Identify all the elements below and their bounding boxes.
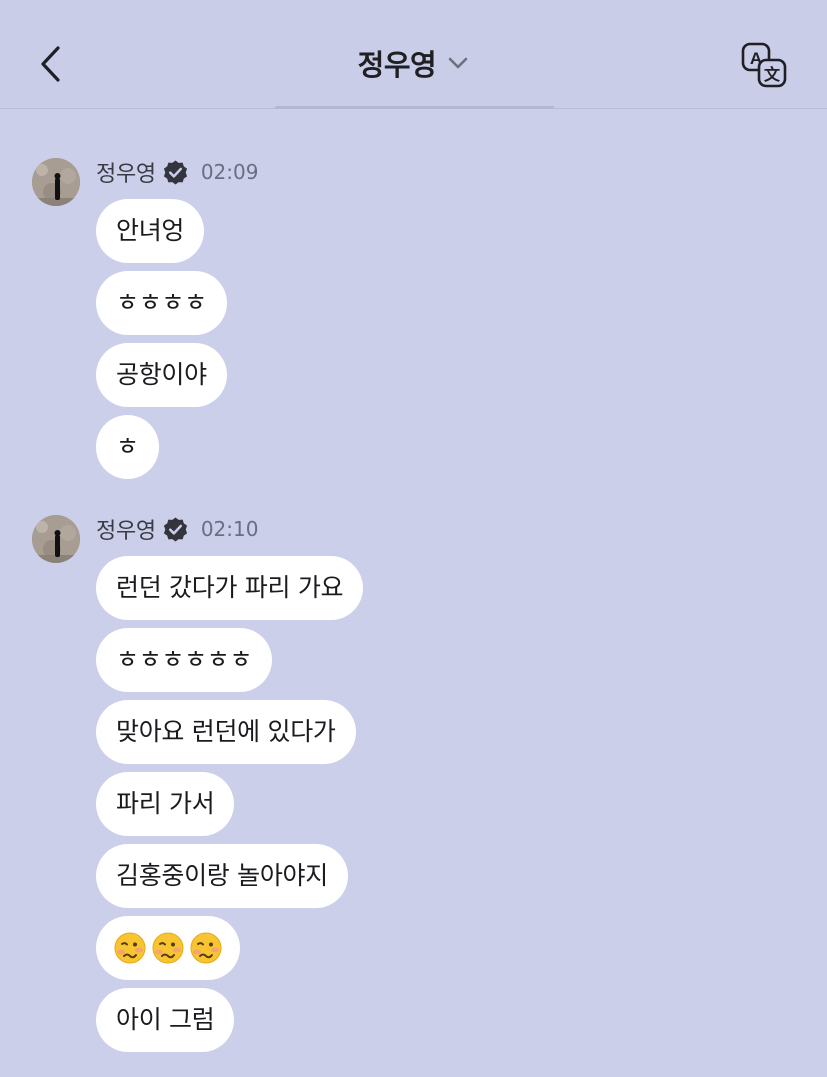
chat-bubble[interactable]: ㅎㅎㅎㅎㅎㅎ bbox=[96, 628, 273, 692]
translate-button[interactable]: A 文 bbox=[740, 41, 788, 89]
message-meta: 정우영 02:10 bbox=[96, 513, 258, 545]
emoji-bubble[interactable] bbox=[96, 916, 240, 980]
woozy-face-icon bbox=[152, 932, 184, 964]
translate-icon: A 文 bbox=[741, 42, 787, 88]
header-divider bbox=[275, 106, 554, 109]
sender-name[interactable]: 정우영 bbox=[96, 513, 156, 545]
chat-bubble[interactable]: 맞아요 런던에 있다가 bbox=[96, 700, 356, 764]
bubble-list: 런던 갔다가 파리 가요 ㅎㅎㅎㅎㅎㅎ 맞아요 런던에 있다가 파리 가서 김홍… bbox=[96, 556, 364, 1060]
avatar-photo bbox=[32, 515, 80, 563]
chat-bubble[interactable]: ㅎ bbox=[96, 415, 159, 479]
verified-badge-icon bbox=[163, 516, 187, 542]
avatar-photo bbox=[32, 158, 80, 206]
chat-bubble[interactable]: 아이 그럼 bbox=[96, 988, 235, 1052]
avatar[interactable] bbox=[32, 158, 80, 206]
message-time: 02:09 bbox=[200, 160, 259, 184]
chat-title[interactable]: 정우영 bbox=[358, 42, 437, 84]
chat-bubble[interactable]: 런던 갔다가 파리 가요 bbox=[96, 556, 364, 620]
chat-bubble[interactable]: ㅎㅎㅎㅎ bbox=[96, 271, 227, 335]
sender-name[interactable]: 정우영 bbox=[96, 156, 156, 188]
message-time: 02:10 bbox=[200, 517, 259, 541]
chat-header: 정우영 A 文 bbox=[0, 0, 827, 109]
woozy-face-icon bbox=[114, 932, 146, 964]
bubble-list: 안녀엉 ㅎㅎㅎㅎ 공항이야 ㅎ bbox=[96, 199, 227, 487]
woozy-face-icon bbox=[190, 932, 222, 964]
chat-bubble[interactable]: 안녀엉 bbox=[96, 199, 205, 263]
verified-badge-icon bbox=[163, 159, 187, 185]
message-meta: 정우영 02:09 bbox=[96, 156, 258, 188]
avatar[interactable] bbox=[32, 515, 80, 563]
svg-text:文: 文 bbox=[764, 65, 781, 84]
chat-bubble[interactable]: 김홍중이랑 놀아야지 bbox=[96, 844, 348, 908]
chat-bubble[interactable]: 공항이야 bbox=[96, 343, 227, 407]
chat-bubble[interactable]: 파리 가서 bbox=[96, 772, 235, 836]
chevron-down-icon[interactable] bbox=[447, 56, 469, 70]
chat-title-wrap[interactable]: 정우영 bbox=[0, 42, 827, 86]
